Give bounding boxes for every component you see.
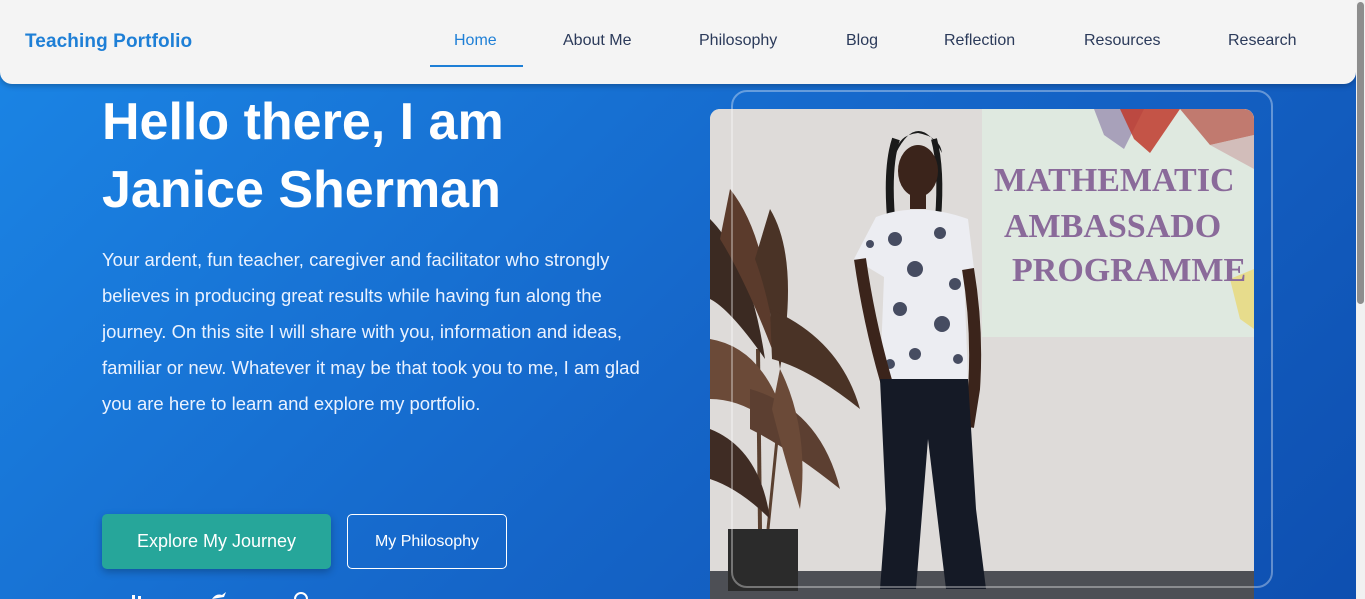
- nav-about-me[interactable]: About Me: [563, 32, 631, 50]
- explore-journey-button[interactable]: Explore My Journey: [102, 514, 331, 569]
- nav-philosophy[interactable]: Philosophy: [699, 32, 777, 50]
- philosophy-button[interactable]: My Philosophy: [347, 514, 507, 569]
- top-navbar: Teaching Portfolio Home About Me Philoso…: [0, 0, 1356, 84]
- banner-text-line-3: PROGRAMME: [1012, 252, 1246, 289]
- nav-home[interactable]: Home: [454, 32, 497, 50]
- hero-description: Your ardent, fun teacher, caregiver and …: [102, 249, 640, 414]
- linkedin-icon[interactable]: [130, 590, 148, 599]
- brand-logo[interactable]: Teaching Portfolio: [25, 31, 192, 53]
- page-scrollbar[interactable]: [1356, 0, 1365, 599]
- active-nav-indicator: [430, 65, 523, 67]
- hero-title-line-1: Hello there, I am: [102, 93, 504, 151]
- banner-text-line-2: AMBASSADO: [1004, 208, 1221, 245]
- nav-blog[interactable]: Blog: [846, 32, 878, 50]
- banner-text-line-1: MATHEMATIC: [994, 162, 1235, 199]
- nav-resources[interactable]: Resources: [1084, 32, 1160, 50]
- location-icon[interactable]: [292, 590, 310, 599]
- nav-research[interactable]: Research: [1228, 32, 1296, 50]
- hero-title-line-2: Janice Sherman: [102, 161, 501, 219]
- twitter-icon[interactable]: [210, 590, 228, 599]
- hero-title: Hello there, I am Janice Sherman: [102, 88, 622, 224]
- scrollbar-thumb[interactable]: [1357, 2, 1364, 304]
- profile-photo: MATHEMATIC AMBASSADO PROGRAMME: [710, 109, 1254, 599]
- nav-reflection[interactable]: Reflection: [944, 32, 1015, 50]
